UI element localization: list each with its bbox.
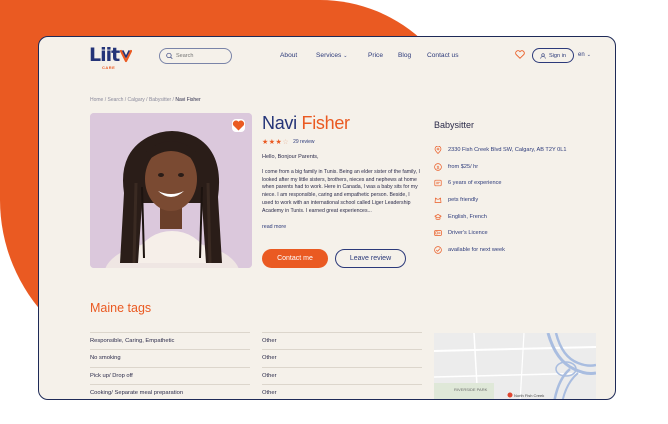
tag-value: Other	[262, 338, 277, 344]
check-circle-icon	[434, 246, 442, 254]
dollar-icon: $	[434, 163, 442, 171]
bio-text: I come from a big family in Tunis. Being…	[262, 169, 420, 214]
location-pin-icon	[434, 146, 442, 155]
brand-sub: CARE	[102, 65, 116, 70]
licence-card-icon	[434, 230, 442, 237]
details-list: 2330 Fish Creek Blvd SW, Calgary, AB T2Y…	[434, 142, 566, 258]
svg-text:$: $	[437, 165, 440, 171]
language-icon	[434, 213, 442, 220]
pets-text: pets friendly	[448, 197, 479, 204]
language-selector[interactable]: en ⌄	[578, 52, 591, 58]
detail-experience: 6 years of experience	[434, 175, 566, 192]
favorites-heart-icon[interactable]	[515, 50, 525, 59]
tag-name: No smoking	[90, 355, 121, 362]
table-row: Cooking/ Separate meal preparation Other	[90, 383, 422, 399]
rate-text: from $25/ hr	[448, 163, 479, 170]
tag-name: Responsible, Caring, Empathetic	[90, 338, 175, 344]
address-text: 2330 Fish Creek Blvd SW, Calgary, AB T2Y…	[448, 147, 567, 154]
row-gap	[250, 332, 262, 333]
first-name: Navi	[262, 113, 297, 133]
heart-icon	[232, 120, 245, 131]
tag-value: Other	[262, 389, 277, 396]
favorite-button[interactable]	[232, 119, 245, 132]
role-title: Babysitter	[434, 120, 475, 130]
site-header: Liit CARE About Services⌄ Price Blog Con…	[39, 37, 615, 77]
logo-heart-icon	[120, 49, 133, 63]
chevron-down-icon: ⌄	[586, 52, 591, 58]
tags-section-title: Maine tags	[90, 301, 152, 315]
detail-address: 2330 Fish Creek Blvd SW, Calgary, AB T2Y…	[434, 142, 566, 159]
brand-name: Liit	[89, 44, 120, 66]
read-more-link[interactable]: read more	[262, 224, 286, 230]
licence-text: Driver's Licence	[448, 230, 488, 237]
nav-about[interactable]: About	[280, 52, 297, 59]
detail-licence: Driver's Licence	[434, 225, 566, 242]
map-place-label: North Fish Creek	[514, 393, 545, 398]
row-gap	[250, 366, 262, 368]
experience-text: 6 years of experience	[448, 180, 502, 187]
search-box[interactable]	[159, 48, 232, 64]
portrait-image	[90, 113, 252, 268]
language-label: en	[578, 52, 585, 58]
breadcrumb-calgary[interactable]: Calgary	[128, 97, 145, 103]
sign-in-button[interactable]: Sign in	[532, 48, 574, 63]
brand-logo[interactable]: Liit CARE	[89, 44, 133, 70]
tag-value: Other	[262, 372, 277, 379]
search-input[interactable]	[176, 53, 231, 59]
profile-name: Navi Fisher	[262, 113, 350, 134]
user-icon	[540, 52, 546, 59]
tag-name: Cooking/ Separate meal preparation	[90, 389, 184, 396]
nav-contact-us[interactable]: Contact us	[427, 52, 459, 59]
breadcrumb-home[interactable]: Home	[90, 97, 103, 103]
tag-name: Pick up/ Drop off	[90, 372, 133, 379]
table-row: Responsible, Caring, Empathetic Other	[90, 332, 422, 349]
contact-me-button[interactable]: Contact me	[262, 249, 328, 268]
rating[interactable]: ★★★☆ 29 review	[262, 138, 315, 146]
greeting-text: Hello, Bonjour Parents,	[262, 154, 319, 160]
table-row: Pick up/ Drop off Other	[90, 366, 422, 384]
experience-icon	[434, 180, 442, 187]
nav-services-label: Services	[316, 52, 342, 59]
detail-languages: English, French	[434, 208, 566, 225]
availability-text: available for next week	[448, 246, 505, 253]
detail-pets: pets friendly	[434, 192, 566, 209]
review-count[interactable]: 29 review	[293, 139, 314, 145]
row-gap	[250, 383, 262, 385]
breadcrumb-babysitter[interactable]: Babysitter	[149, 97, 171, 103]
nav-price[interactable]: Price	[368, 52, 383, 59]
detail-availability: available for next week	[434, 242, 566, 259]
detail-rate: $ from $25/ hr	[434, 159, 566, 176]
nav-services[interactable]: Services ⌄	[316, 52, 348, 59]
tag-value: Other	[262, 355, 277, 362]
tags-table: Responsible, Caring, Empathetic Other No…	[90, 332, 422, 399]
pet-icon	[434, 197, 442, 203]
leave-review-button[interactable]: Leave review	[335, 249, 406, 268]
breadcrumb-current: Navi Fisher	[175, 97, 201, 103]
languages-text: English, French	[448, 213, 487, 220]
profile-photo	[90, 113, 252, 268]
table-row: No smoking Other	[90, 349, 422, 366]
browser-window: Liit CARE About Services⌄ Price Blog Con…	[38, 36, 616, 400]
chevron-down-icon: ⌄	[343, 53, 348, 59]
star-rating-icon: ★★★☆	[262, 139, 290, 146]
breadcrumb-search[interactable]: Search	[108, 97, 124, 103]
breadcrumb: Home / Search / Calgary / Babysitter / N…	[90, 97, 201, 103]
map-park-label: RIVERSIDE PARK	[454, 387, 488, 392]
nav-blog[interactable]: Blog	[398, 52, 411, 59]
search-icon	[166, 52, 173, 60]
sign-in-label: Sign in	[548, 52, 567, 59]
row-gap	[250, 349, 262, 351]
last-name: Fisher	[301, 113, 351, 133]
location-map[interactable]: RIVERSIDE PARK North Fish Creek	[434, 333, 596, 399]
